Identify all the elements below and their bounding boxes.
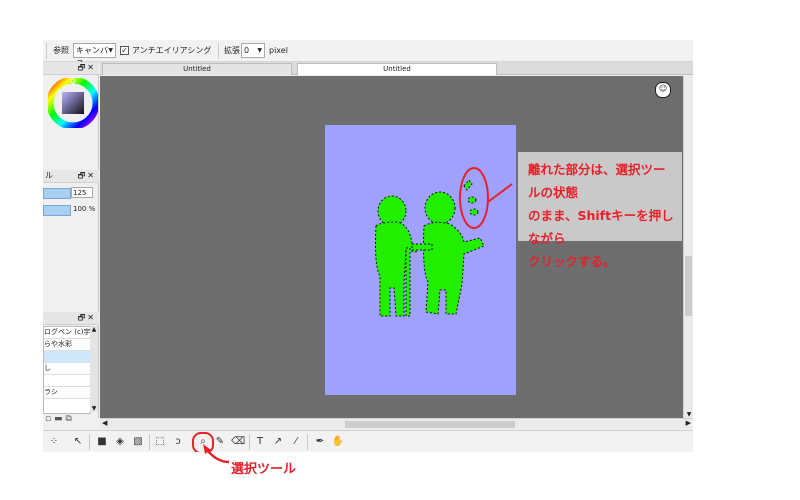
tool-options-bar: 参照 キャンバス ▼ ✓ アンチエイリアシング 拡張 0 ▼ pixel bbox=[43, 40, 693, 68]
tool-palette: ⁘ ↖ ■ ◈ ▧ ⬚ ↄ ⌕ ✎ ⌫ T ↗ ⁄ ✒ ✋ bbox=[43, 430, 693, 452]
expand-select-value: 0 bbox=[244, 46, 250, 55]
unit-label: pixel bbox=[269, 46, 288, 55]
operation-tool-icon[interactable]: ↗ bbox=[271, 435, 285, 449]
list-item[interactable] bbox=[44, 375, 90, 387]
fill-tool-icon[interactable]: ■ bbox=[95, 435, 109, 449]
chevron-right-icon[interactable]: ▶ bbox=[686, 419, 691, 427]
antialias-checkbox[interactable]: ✓ bbox=[120, 46, 129, 55]
canvas-vertical-scrollbar[interactable]: ▼ bbox=[683, 76, 693, 418]
size-slider[interactable] bbox=[43, 188, 71, 199]
chevron-down-icon[interactable]: ▼ bbox=[90, 405, 98, 412]
brush-list-actions-icons[interactable]: ▫ ▬ ⧉ bbox=[45, 414, 72, 424]
chevron-left-icon[interactable]: ◀ bbox=[102, 419, 107, 427]
toolbar-separator bbox=[307, 434, 308, 450]
panel-float-close-icons[interactable]: 🗗✕ bbox=[78, 312, 96, 323]
brush-list-scrollbar[interactable]: ▲ ▼ bbox=[90, 326, 98, 412]
chevron-down-icon[interactable]: ▼ bbox=[684, 411, 693, 418]
antialias-label: アンチエイリアシング bbox=[132, 46, 212, 55]
panel-float-close-icons[interactable]: 🗗✕ bbox=[78, 62, 96, 73]
opacity-slider[interactable] bbox=[43, 205, 71, 216]
lasso-tool-icon[interactable]: ↄ bbox=[171, 435, 185, 449]
color-panel-header: 🗗✕ bbox=[43, 62, 99, 75]
reference-select[interactable]: キャンバス ▼ bbox=[73, 43, 116, 68]
horizontal-scroll-thumb[interactable] bbox=[345, 421, 515, 428]
size-input[interactable]: 125 bbox=[71, 187, 93, 198]
tab-untitled-1[interactable]: Untitled bbox=[102, 63, 292, 75]
bucket-tool-icon[interactable]: ◈ bbox=[113, 435, 127, 449]
rect-select-tool-icon[interactable]: ⬚ bbox=[153, 435, 167, 449]
toolbar-separator bbox=[46, 43, 47, 59]
instruction-callout-text: 離れた部分は、選択ツールの状態 のまま、Shiftキーを押しながら クリックする… bbox=[528, 162, 674, 269]
text-tool-icon[interactable]: T bbox=[253, 435, 267, 449]
toolbar-separator bbox=[149, 434, 150, 450]
vertical-scroll-thumb[interactable] bbox=[685, 256, 692, 316]
canvas-paper bbox=[325, 125, 516, 395]
list-item[interactable]: ログペン (c)宇 bbox=[44, 327, 90, 339]
list-item[interactable]: らや水彩 bbox=[44, 339, 90, 351]
tab-untitled-2[interactable]: Untitled bbox=[297, 63, 497, 75]
brush-size-panel-title: ル bbox=[45, 171, 53, 180]
navigator-mascot-icon[interactable]: ☺ bbox=[655, 82, 671, 98]
brush-size-panel-header: ル 🗗✕ bbox=[43, 170, 99, 183]
opacity-value: 100 % bbox=[73, 205, 96, 213]
color-wheel-icon[interactable] bbox=[48, 78, 98, 128]
list-item[interactable]: ラシ bbox=[44, 387, 90, 399]
expand-label: 拡張 bbox=[224, 46, 240, 55]
list-item[interactable]: し bbox=[44, 363, 90, 375]
hand-tool-icon[interactable]: ✋ bbox=[331, 435, 345, 449]
gradient-tool-icon[interactable]: ▧ bbox=[131, 435, 145, 449]
brush-list-panel-header: 🗗✕ bbox=[43, 312, 99, 325]
reference-label: 参照 bbox=[53, 46, 69, 55]
list-item-selected[interactable] bbox=[44, 351, 90, 363]
chevron-up-icon[interactable]: ▲ bbox=[90, 326, 98, 333]
instruction-callout: 離れた部分は、選択ツールの状態 のまま、Shiftキーを押しながら クリックする… bbox=[518, 152, 682, 269]
canvas-horizontal-scrollbar[interactable]: ◀ ▶ bbox=[100, 418, 693, 429]
toolbar-separator bbox=[89, 434, 90, 450]
left-panels: 🗗✕ ル 🗗✕ 125 100 % 🗗✕ ログペン (c)宇 らや水彩 し ラシ… bbox=[43, 62, 99, 424]
expand-select[interactable]: 0 ▼ bbox=[241, 43, 265, 58]
select-tool-annotation-label: 選択ツール bbox=[231, 462, 297, 477]
brush-list: ログペン (c)宇 らや水彩 し ラシ bbox=[43, 326, 91, 414]
eyedropper-tool-icon[interactable]: ✒ bbox=[313, 435, 327, 449]
toolbar-separator bbox=[249, 434, 250, 450]
document-tabs: Untitled Untitled bbox=[100, 62, 693, 75]
annotation-arrow bbox=[203, 444, 230, 464]
divide-tool-icon[interactable]: ⁄ bbox=[289, 435, 303, 449]
chevron-down-icon: ▼ bbox=[257, 47, 262, 54]
transform-tool-icon[interactable]: ⁘ bbox=[47, 435, 61, 449]
move-tool-icon[interactable]: ↖ bbox=[71, 435, 85, 449]
chevron-down-icon: ▼ bbox=[108, 47, 113, 54]
panel-float-close-icons[interactable]: 🗗✕ bbox=[78, 170, 96, 181]
toolbar-separator bbox=[218, 43, 219, 59]
